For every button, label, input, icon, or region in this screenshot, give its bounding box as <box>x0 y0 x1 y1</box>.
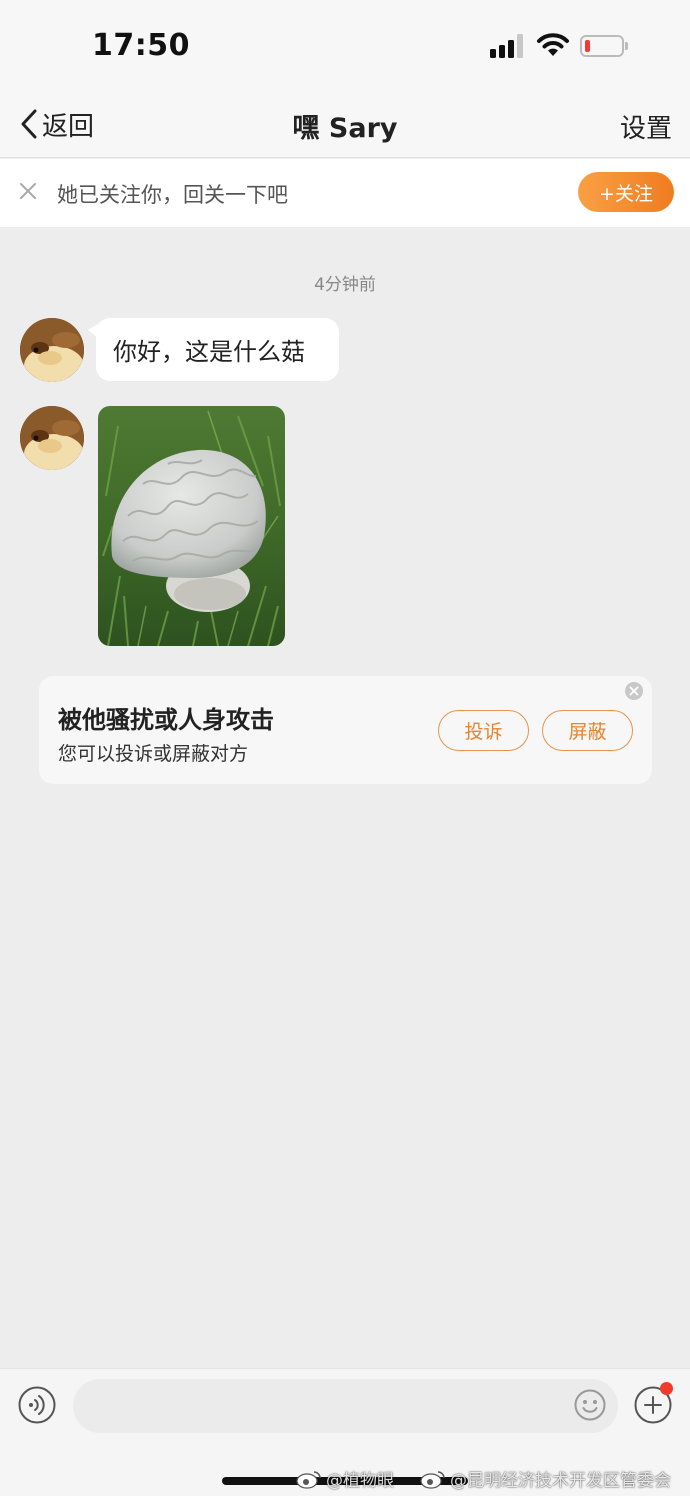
signal-icon <box>490 34 523 58</box>
report-card-title: 被他骚扰或人身攻击 <box>58 706 274 734</box>
avatar[interactable] <box>20 318 84 382</box>
mushroom-image <box>98 406 285 646</box>
avatar[interactable] <box>20 406 84 470</box>
message-timestamp: 4分钟前 <box>314 275 376 295</box>
chat-screen: 17:50 返回 嘿 Sary 设置 她已关注你，回关一下吧 +关注 4分钟前 … <box>0 0 690 1496</box>
status-time: 17:50 <box>92 28 190 63</box>
harassment-report-card: 被他骚扰或人身攻击 您可以投诉或屏蔽对方 投诉 屏蔽 <box>39 676 652 784</box>
message-input[interactable] <box>73 1379 618 1433</box>
weibo-icon <box>420 1470 445 1489</box>
follow-banner: 她已关注你，回关一下吧 +关注 <box>0 159 690 227</box>
battery-level <box>585 40 590 52</box>
avatar-image <box>20 318 84 382</box>
nav-bar: 返回 嘿 Sary 设置 <box>0 90 690 158</box>
voice-icon[interactable] <box>18 1386 56 1424</box>
watermark: @植物眼 <box>296 1466 394 1491</box>
avatar-image <box>20 406 84 470</box>
block-button[interactable]: 屏蔽 <box>542 710 633 751</box>
mushroom-photo[interactable] <box>98 406 285 646</box>
input-bar: @植物眼 @昆明经济技术开发区管委会 <box>0 1368 690 1496</box>
wifi-icon <box>537 33 569 56</box>
follow-button[interactable]: +关注 <box>578 172 674 212</box>
message-bubble[interactable]: 你好，这是什么菇 <box>88 318 339 381</box>
follow-prompt-text: 她已关注你，回关一下吧 <box>57 183 288 207</box>
watermark-text: @植物眼 <box>326 1471 394 1491</box>
weibo-icon <box>296 1470 321 1489</box>
status-bar: 17:50 <box>0 0 690 90</box>
page-title: 嘿 Sary <box>292 113 398 144</box>
report-button[interactable]: 投诉 <box>438 710 529 751</box>
message-text: 你好，这是什么菇 <box>113 338 305 366</box>
report-card-subtitle: 您可以投诉或屏蔽对方 <box>58 743 249 765</box>
battery-icon <box>580 35 628 57</box>
watermark-text: @昆明经济技术开发区管委会 <box>450 1471 671 1491</box>
close-icon[interactable] <box>18 181 38 201</box>
notification-dot <box>660 1382 673 1395</box>
settings-button[interactable]: 设置 <box>620 108 672 145</box>
watermark: @昆明经济技术开发区管委会 <box>420 1466 671 1491</box>
emoji-icon[interactable] <box>574 1389 606 1421</box>
close-circle-icon[interactable] <box>624 681 644 701</box>
